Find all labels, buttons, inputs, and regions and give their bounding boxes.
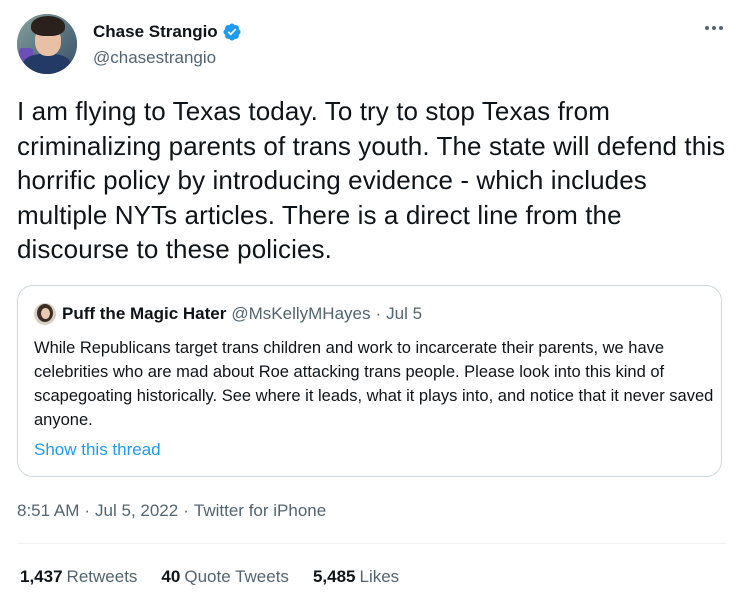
- quoted-author-display-name: Puff the Magic Hater: [62, 304, 227, 323]
- tweet-stats: 1,437 Retweets 40 Quote Tweets 5,485 Likes: [20, 565, 423, 589]
- show-thread-link[interactable]: Show this thread: [34, 438, 161, 462]
- tweet-text: I am flying to Texas today. To try to st…: [17, 96, 726, 264]
- meta-separator: ·: [183, 501, 189, 520]
- likes-count: 5,485: [312, 567, 356, 586]
- author-handle[interactable]: @chasestrangio: [93, 48, 216, 68]
- retweets-count: 1,437: [20, 567, 63, 586]
- quoted-avatar-face: [41, 308, 50, 319]
- tweet-time[interactable]: 8:51 AM: [17, 499, 79, 523]
- author-display-name[interactable]: Chase Strangio: [93, 22, 218, 42]
- tweet-meta: 8:51 AM · Jul 5, 2022 · Twitter for iPho…: [17, 499, 326, 523]
- tweet-detail: Chase Strangio @chasestrangio I am flyin…: [0, 0, 745, 603]
- quoted-tweet-text: While Republicans target trans children …: [34, 339, 714, 429]
- avatar-hair: [31, 16, 65, 36]
- avatar-shirt: [23, 54, 71, 74]
- likes-label: Likes: [359, 567, 400, 586]
- likes-stat[interactable]: 5,485 Likes: [313, 565, 399, 589]
- quote-tweets-stat[interactable]: 40 Quote Tweets: [161, 565, 289, 589]
- quoted-author-handle: @MsKellyMHayes: [231, 304, 371, 323]
- quote-tweets-label: Quote Tweets: [184, 567, 289, 586]
- more-options-icon[interactable]: [701, 18, 727, 38]
- divider: [17, 543, 727, 544]
- quoted-separator: ·: [375, 304, 382, 323]
- quote-tweets-count: 40: [161, 567, 181, 586]
- meta-separator: ·: [84, 501, 91, 520]
- quoted-tweet[interactable]: Puff the Magic Hater @MsKellyMHayes · Ju…: [17, 285, 722, 477]
- verified-badge-icon: [222, 22, 242, 42]
- quoted-author-avatar: [34, 303, 56, 325]
- tweet-date[interactable]: Jul 5, 2022: [95, 499, 178, 523]
- quoted-tweet-header: Puff the Magic Hater @MsKellyMHayes · Ju…: [34, 303, 422, 325]
- retweets-stat[interactable]: 1,437 Retweets: [20, 565, 137, 589]
- quoted-date: Jul 5: [386, 304, 423, 323]
- retweets-label: Retweets: [66, 567, 138, 586]
- author-name-row: Chase Strangio: [93, 22, 242, 42]
- tweet-source[interactable]: Twitter for iPhone: [194, 499, 326, 523]
- tweet-header: Chase Strangio @chasestrangio: [17, 14, 727, 76]
- author-avatar[interactable]: [17, 14, 77, 74]
